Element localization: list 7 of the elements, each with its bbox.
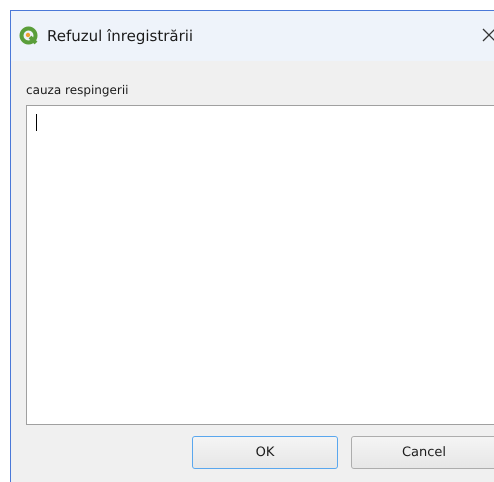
close-icon[interactable] [482,28,494,42]
ok-button[interactable]: OK [192,436,338,469]
text-field[interactable] [26,105,494,425]
cancel-button[interactable]: Cancel [351,436,494,469]
app-logo-icon [19,26,39,46]
window-title: Refuzul înregistrării [47,27,194,45]
field-label: cauza respingerii [26,83,128,97]
